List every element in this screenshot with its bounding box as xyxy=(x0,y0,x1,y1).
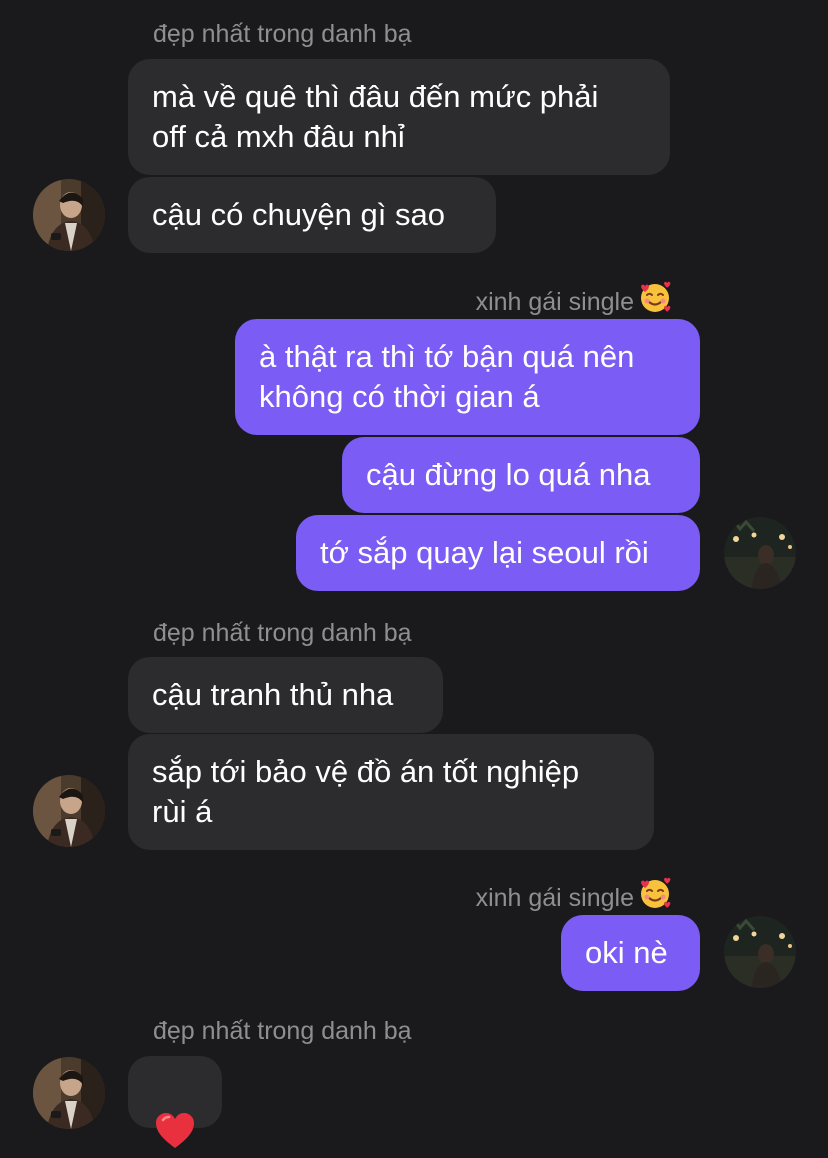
my-avatar[interactable] xyxy=(724,517,796,589)
sender-label-me: xinh gái single xyxy=(476,280,672,321)
message-bubble-outgoing[interactable]: à thật ra thì tớ bận quá nên không có th… xyxy=(235,319,700,435)
heart-icon xyxy=(155,1072,195,1158)
sender-label-me: xinh gái single xyxy=(476,876,672,917)
contact-avatar[interactable] xyxy=(33,775,105,847)
my-avatar[interactable] xyxy=(724,916,796,988)
message-bubble-outgoing[interactable]: oki nè xyxy=(561,915,700,991)
message-bubble-incoming[interactable]: cậu tranh thủ nha xyxy=(128,657,443,733)
sender-label-contact: đẹp nhất trong danh bạ xyxy=(153,619,412,647)
smiling-face-with-hearts-icon xyxy=(638,876,672,917)
message-bubble-incoming[interactable]: cậu có chuyện gì sao xyxy=(128,177,496,253)
sender-label-contact: đẹp nhất trong danh bạ xyxy=(153,20,412,48)
smiling-face-with-hearts-icon xyxy=(638,280,672,321)
my-name: xinh gái single xyxy=(475,288,634,316)
message-bubble-incoming[interactable]: sắp tới bảo vệ đồ án tốt nghiệp rùi á xyxy=(128,734,654,850)
contact-avatar[interactable] xyxy=(33,1057,105,1129)
contact-avatar[interactable] xyxy=(33,179,105,251)
message-bubble-incoming[interactable]: mà về quê thì đâu đến mức phải off cả mx… xyxy=(128,59,670,175)
my-name: xinh gái single xyxy=(475,884,634,912)
message-bubble-outgoing[interactable]: tớ sắp quay lại seoul rồi xyxy=(296,515,700,591)
message-bubble-outgoing[interactable]: cậu đừng lo quá nha xyxy=(342,437,700,513)
sender-label-contact: đẹp nhất trong danh bạ xyxy=(153,1017,412,1045)
heart-message-bubble[interactable] xyxy=(128,1056,222,1148)
